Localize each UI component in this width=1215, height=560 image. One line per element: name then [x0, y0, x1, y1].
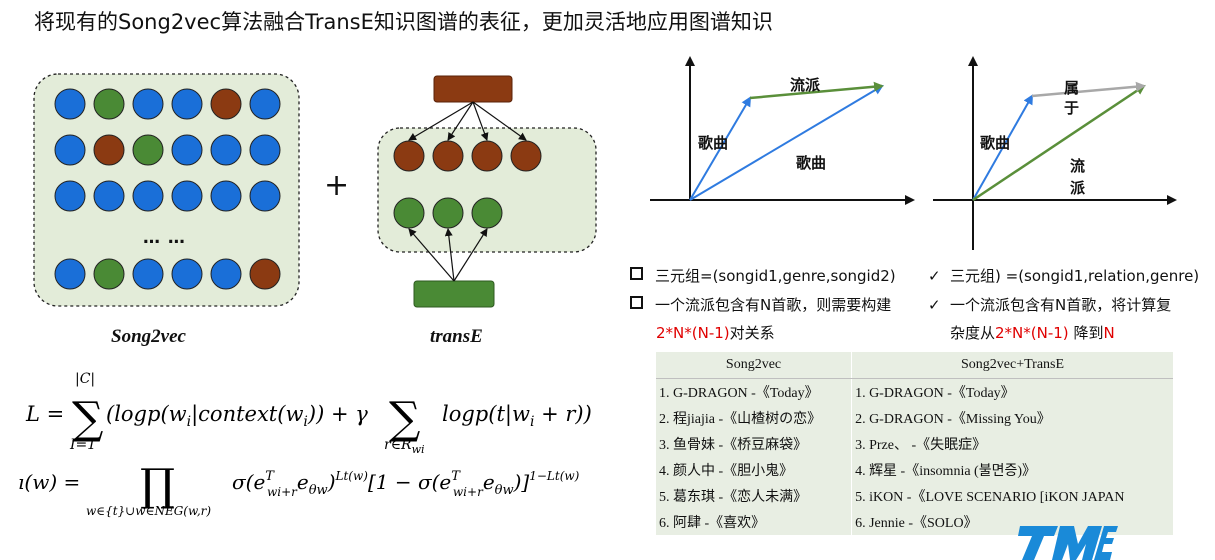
song2vec-node [132, 88, 164, 120]
left-bullet-1: 三元组=(songid1,genre,songid2) [630, 265, 896, 286]
company-logo-icon [1018, 526, 1118, 560]
song2vec-node [210, 88, 242, 120]
table-row: 2. 程jiajia -《山楂树の恋》 2. G-DRAGON -《Missing… [656, 405, 1173, 431]
svg-text:L =: L = [25, 402, 64, 426]
recommendation-comparison-table: Song2vec Song2vec+TransE 1. G-DRAGON -《T… [656, 352, 1173, 535]
table-cell: 6. Jennie -《SOLO》 [851, 509, 1173, 535]
song2vec-node [171, 88, 203, 120]
transe-entity-node [471, 140, 503, 172]
song2vec-node [54, 258, 86, 290]
table-cell: 3. Prze、 -《失眠症》 [851, 431, 1173, 457]
transe-caption: transE [430, 326, 483, 347]
loss-formulas: L = ∑ |C| I=1 (logp(wi|context(wi)) + γ … [18, 371, 592, 518]
song2vec-node [210, 134, 242, 166]
song2vec-node [171, 134, 203, 166]
song2vec-node [249, 258, 281, 290]
song2vec-node [93, 88, 125, 120]
song2vec-node [171, 258, 203, 290]
table-cell: 3. 鱼骨妹 -《桥豆麻袋》 [659, 438, 808, 453]
table-row: 1. G-DRAGON -《Today》 1. G-DRAGON -《Today》 [656, 378, 1173, 405]
right-label-belongs: 属 于 [1064, 79, 1080, 117]
table-cell: 1. G-DRAGON -《Today》 [851, 378, 1173, 405]
left-label-song-a: 歌曲 [698, 134, 729, 152]
checkmark-icon: ✓ [928, 296, 941, 314]
table-cell: 6. 阿肆 -《喜欢》 [659, 516, 766, 531]
table-row: 5. 葛东琪 -《恋人未满》 5. iKON -《LOVE SCENARIO [i… [656, 483, 1173, 509]
table-cell: 4. 辉星 -《insomnia (불면증)》 [851, 457, 1173, 483]
right-bullet-2: ✓ 一个流派包含有N首歌，将计算复 [928, 296, 1172, 314]
song2vec-node [171, 180, 203, 212]
svg-text:ı(w) =: ı(w) = [18, 470, 80, 494]
right-bullet-2-cont: 杂度从2*N*(N-1) 降到N [950, 324, 1115, 342]
song2vec-node [249, 88, 281, 120]
song2vec-node [249, 180, 281, 212]
song2vec-node [93, 258, 125, 290]
transe-top-node [433, 75, 513, 103]
left-bullet-2: 一个流派包含有N首歌，则需要构建 [630, 294, 891, 315]
table-header: Song2vec+TransE [851, 352, 1173, 379]
transe-relation-node [471, 197, 503, 229]
transe-entity-node [393, 140, 425, 172]
right-bullet-1: ✓ 三元组) =(songid1,relation,genre) [928, 267, 1200, 285]
transe-relation-node [432, 197, 464, 229]
song2vec-node [54, 88, 86, 120]
song2vec-node [54, 180, 86, 212]
bullet-square-icon [630, 296, 643, 309]
transe-entity-node [510, 140, 542, 172]
table-header: Song2vec [656, 352, 852, 379]
ellipsis-text: … … [143, 228, 186, 248]
song2vec-node [210, 180, 242, 212]
plus-sign: + [324, 168, 350, 203]
song2vec-node [132, 180, 164, 212]
transe-bottom-node [413, 280, 495, 308]
table-cell: 5. iKON -《LOVE SCENARIO [iKON JAPAN [851, 483, 1173, 509]
checkmark-icon: ✓ [928, 267, 941, 285]
table-cell: 2. 程jiajia -《山楂树の恋》 [659, 412, 822, 427]
transe-entity-node [432, 140, 464, 172]
left-label-song-b: 歌曲 [796, 154, 827, 172]
bullet-square-icon [630, 267, 643, 280]
song2vec-node [249, 134, 281, 166]
song2vec-node [93, 134, 125, 166]
table-cell: 5. 葛东琪 -《恋人未满》 [659, 490, 808, 505]
svg-text:σ(eTwi+reθw)Lt(w)[1 − σ(eTwi+r: σ(eT wi+reθw)Lt(w)[1 − σ(eT wi+reθw)]1−Lt(… [232, 469, 580, 499]
right-relation-vector [1031, 81, 1146, 98]
svg-text:|C|: |C| [75, 371, 95, 387]
vector-plots [650, 56, 1177, 250]
song2vec-node [93, 180, 125, 212]
song2vec-node [210, 258, 242, 290]
table-cell: 4. 颜人中 -《胆小鬼》 [659, 464, 794, 479]
table-row: 4. 颜人中 -《胆小鬼》 4. 辉星 -《insomnia (불면증)》 [656, 457, 1173, 483]
song2vec-node [132, 258, 164, 290]
song2vec-node [132, 134, 164, 166]
svg-text:(logp(wi|context(wi)) + γ: (logp(wi|context(wi)) + γ [106, 402, 368, 430]
song2vec-node [54, 134, 86, 166]
table-cell: 1. G-DRAGON -《Today》 [659, 386, 819, 401]
song2vec-transe-diagram [33, 73, 597, 308]
right-label-song: 歌曲 [980, 134, 1011, 152]
svg-text:logp(t|wi + r)): logp(t|wi + r)) [442, 402, 592, 430]
table-row: 3. 鱼骨妹 -《桥豆麻袋》 3. Prze、 -《失眠症》 [656, 431, 1173, 457]
svg-text:w∈{t}∪w∈NEG(w,r): w∈{t}∪w∈NEG(w,r) [86, 504, 211, 518]
transe-relation-node [393, 197, 425, 229]
right-label-genre: 流 派 [1070, 157, 1086, 197]
left-bullet-2-cont: 2*N*(N-1)对关系 [656, 324, 775, 342]
svg-text:I=1: I=1 [69, 437, 96, 453]
song2vec-caption: Song2vec [111, 326, 186, 347]
left-label-genre: 流派 [790, 76, 821, 94]
table-cell: 2. G-DRAGON -《Missing You》 [851, 405, 1173, 431]
